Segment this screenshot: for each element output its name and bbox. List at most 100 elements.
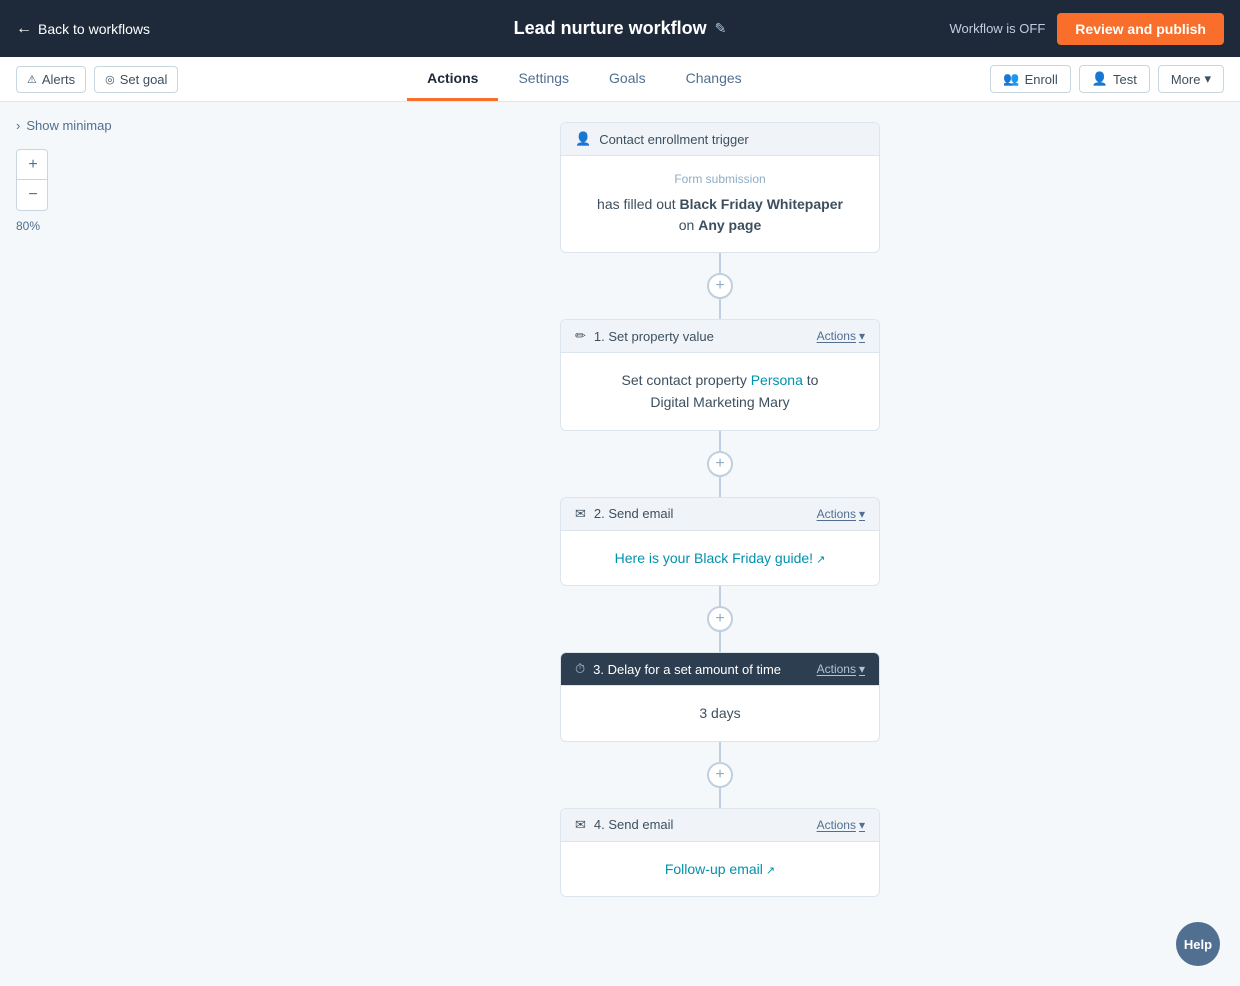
action-body-text-1: Set contact property — [622, 372, 751, 388]
nav-right: 👥 Enroll 👤 Test More ▾ — [990, 65, 1224, 93]
add-step-3[interactable]: + — [707, 606, 733, 632]
chevron-right-icon: › — [16, 118, 20, 133]
external-icon-2: ↗ — [763, 865, 775, 877]
action-header-4: ✉ 4. Send email Actions ▾ — [561, 809, 879, 842]
back-arrow-icon: ← — [16, 20, 32, 38]
action-header-left-1: ✏ 1. Set property value — [575, 328, 714, 344]
goal-icon: ◎ — [105, 73, 115, 86]
chevron-down-icon: ▾ — [1204, 71, 1211, 87]
action-body-4: Follow-up email ↗ — [561, 842, 879, 897]
connector-line-1b — [719, 299, 721, 319]
back-to-workflows[interactable]: ← Back to workflows — [16, 20, 150, 38]
test-icon: 👤 — [1092, 71, 1108, 87]
email-icon-2: ✉ — [575, 506, 586, 522]
back-label: Back to workflows — [38, 21, 150, 37]
connector-1: + — [707, 253, 733, 319]
add-step-2[interactable]: + — [707, 451, 733, 477]
workflow-flow: 👤 Contact enrollment trigger Form submis… — [560, 122, 880, 897]
edit-icon-1: ✏ — [575, 328, 586, 344]
actions-dropdown-3[interactable]: Actions ▾ — [817, 662, 865, 676]
email-link-1[interactable]: Here is your Black Friday guide! — [615, 550, 813, 566]
person-icon: 👤 — [575, 131, 591, 147]
chevron-down-icon-3: ▾ — [859, 662, 865, 676]
show-minimap[interactable]: › Show minimap — [16, 118, 184, 133]
top-bar-right: Workflow is OFF Review and publish — [949, 13, 1224, 45]
alerts-button[interactable]: ⚠ Alerts — [16, 66, 86, 93]
top-bar: ← Back to workflows Lead nurture workflo… — [0, 0, 1240, 57]
external-icon-1: ↗ — [813, 554, 825, 566]
zoom-in-button[interactable]: + — [17, 150, 48, 180]
publish-button[interactable]: Review and publish — [1057, 13, 1224, 45]
actions-dropdown-4[interactable]: Actions ▾ — [817, 818, 865, 832]
trigger-text-1: has filled out — [597, 196, 680, 212]
tab-changes[interactable]: Changes — [666, 58, 762, 101]
action-header-left-2: ✉ 2. Send email — [575, 506, 673, 522]
more-button[interactable]: More ▾ — [1158, 65, 1224, 93]
tab-actions[interactable]: Actions — [407, 58, 498, 101]
canvas: › Show minimap + − 80% 👤 Contact enrollm… — [0, 102, 1240, 986]
actions-label-3: Actions — [817, 662, 856, 676]
action-card-3[interactable]: ⏱ 3. Delay for a set amount of time Acti… — [560, 652, 880, 741]
more-label: More — [1171, 72, 1201, 87]
set-goal-button[interactable]: ◎ Set goal — [94, 66, 178, 93]
enroll-button[interactable]: 👥 Enroll — [990, 65, 1070, 93]
connector-line-1 — [719, 253, 721, 273]
action-step-3: 3. Delay for a set amount of time — [593, 662, 781, 677]
chevron-down-icon-4: ▾ — [859, 818, 865, 832]
chevron-down-icon-1: ▾ — [859, 329, 865, 343]
action-card-4[interactable]: ✉ 4. Send email Actions ▾ Follow-up emai… — [560, 808, 880, 898]
connector-2: + — [707, 431, 733, 497]
canvas-center: 👤 Contact enrollment trigger Form submis… — [200, 102, 1240, 986]
set-goal-label: Set goal — [120, 72, 168, 87]
trigger-bold-2: Any page — [698, 217, 761, 233]
action-body-2: Here is your Black Friday guide! ↗ — [561, 531, 879, 586]
add-step-1[interactable]: + — [707, 273, 733, 299]
form-label: Form submission — [575, 172, 865, 186]
action-card-1[interactable]: ✏ 1. Set property value Actions ▾ Set co… — [560, 319, 880, 431]
action-card-2[interactable]: ✉ 2. Send email Actions ▾ Here is your B… — [560, 497, 880, 587]
chevron-down-icon-2: ▾ — [859, 507, 865, 521]
email-link-2[interactable]: Follow-up email — [665, 861, 763, 877]
connector-line-3 — [719, 586, 721, 606]
enroll-icon: 👥 — [1003, 71, 1019, 87]
action-body-1: Set contact property Persona to Digital … — [561, 353, 879, 430]
edit-title-icon[interactable]: ✎ — [715, 20, 727, 37]
test-button[interactable]: 👤 Test — [1079, 65, 1150, 93]
nav-tabs: Actions Settings Goals Changes — [178, 58, 990, 100]
minimap-label: Show minimap — [26, 118, 111, 133]
actions-label-4: Actions — [817, 818, 856, 832]
tab-goals[interactable]: Goals — [589, 58, 666, 101]
workflow-status: Workflow is OFF — [949, 21, 1045, 36]
actions-dropdown-1[interactable]: Actions ▾ — [817, 329, 865, 343]
action-step-4: 4. Send email — [594, 817, 674, 832]
add-step-4[interactable]: + — [707, 762, 733, 788]
enroll-label: Enroll — [1025, 72, 1058, 87]
test-label: Test — [1113, 72, 1137, 87]
trigger-header-label: Contact enrollment trigger — [599, 132, 749, 147]
trigger-bold: Black Friday Whitepaper — [680, 196, 843, 212]
connector-3: + — [707, 586, 733, 652]
action-header-2: ✉ 2. Send email Actions ▾ — [561, 498, 879, 531]
secondary-nav: ⚠ Alerts ◎ Set goal Actions Settings Goa… — [0, 57, 1240, 102]
trigger-header: 👤 Contact enrollment trigger — [561, 123, 879, 156]
trigger-card[interactable]: 👤 Contact enrollment trigger Form submis… — [560, 122, 880, 253]
connector-line-2 — [719, 431, 721, 451]
action-step-1: 1. Set property value — [594, 329, 714, 344]
actions-label-1: Actions — [817, 329, 856, 343]
action-step-2: 2. Send email — [594, 506, 674, 521]
delay-text: 3 days — [699, 705, 740, 721]
persona-link[interactable]: Persona — [751, 372, 803, 388]
trigger-body: Form submission has filled out Black Fri… — [561, 156, 879, 252]
action-body-line2-1: Digital Marketing Mary — [650, 394, 789, 410]
actions-label-2: Actions — [817, 507, 856, 521]
help-button[interactable]: Help — [1176, 922, 1220, 966]
actions-dropdown-2[interactable]: Actions ▾ — [817, 507, 865, 521]
tab-settings[interactable]: Settings — [498, 58, 589, 101]
zoom-level: 80% — [16, 219, 184, 233]
zoom-out-button[interactable]: − — [17, 180, 48, 210]
nav-left: ⚠ Alerts ◎ Set goal — [16, 66, 178, 93]
connector-line-3b — [719, 632, 721, 652]
action-header-3: ⏱ 3. Delay for a set amount of time Acti… — [561, 653, 879, 686]
trigger-text: has filled out Black Friday Whitepaper o… — [575, 194, 865, 236]
action-header-left-4: ✉ 4. Send email — [575, 817, 673, 833]
